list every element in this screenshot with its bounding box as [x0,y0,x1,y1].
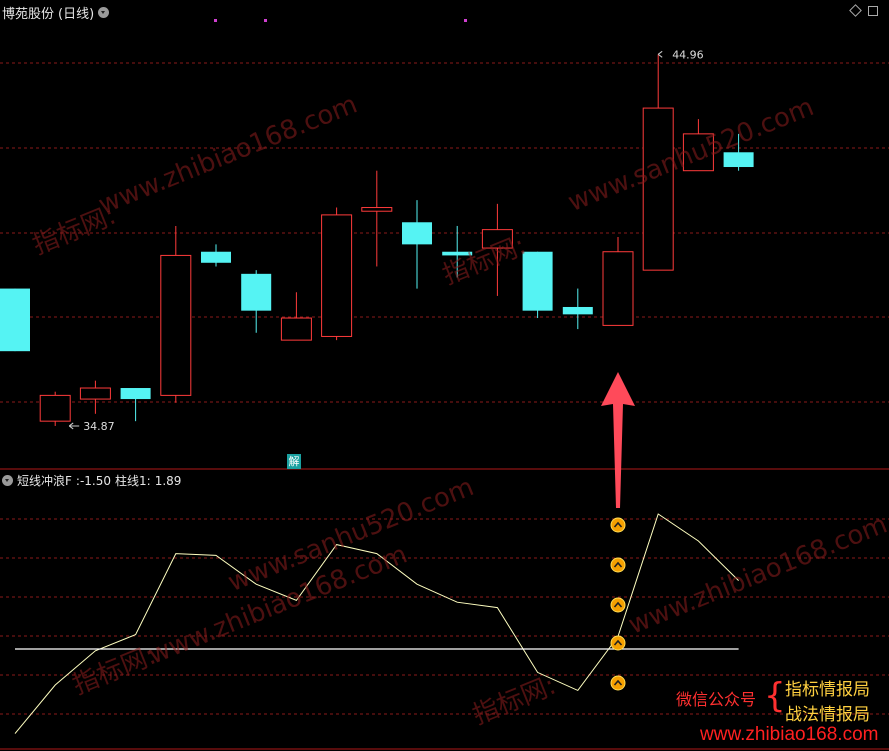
indicator-label: 短线冲浪F [17,474,72,488]
marker-dot [264,19,267,22]
stock-name: 博苑股份 [2,7,55,22]
candlestick-series[interactable] [0,54,754,426]
candle-body [361,207,393,212]
candle-body [241,273,272,311]
window-icon[interactable] [868,6,878,16]
buy-signal-icon [610,597,626,613]
low-price-label: 34.87 [83,420,115,433]
marker-dot [464,19,467,22]
candle-body [39,394,71,422]
candle-body [280,317,312,341]
buy-signal-icon [610,517,626,533]
buy-signal-icon [610,675,626,691]
wechat-label: 微信公众号 [676,690,757,709]
candle-body [642,107,674,271]
up-arrow-icon [601,372,635,508]
candle-body [602,251,634,326]
period-label: (日线) [58,7,95,22]
indicator-dropdown-icon[interactable] [2,475,13,486]
dropdown-icon[interactable] [98,7,110,18]
indicator-title: 短线冲浪F :-1.50 柱线1: 1.89 [2,472,181,489]
brand-label-2: 战法情报局 [785,705,870,725]
jie-button[interactable]: 解 [287,454,301,469]
marker-dot [214,19,217,22]
buy-signal-icon [610,557,626,573]
brace-icon: { [764,676,786,716]
up-arrow-shape [601,372,635,508]
candle-body [120,388,151,400]
candle-body [562,306,593,315]
bar-label: 柱线1: [115,474,151,488]
candle-body [201,251,231,263]
brand-label-1: 指标情报局 [785,680,870,700]
chart-title: 博苑股份 (日线) [2,3,110,22]
high-arrow-icon [657,50,663,58]
buy-signal-icon [610,635,626,651]
bar-value: 1.89 [154,473,182,488]
candle-body [79,387,111,400]
high-price-label: 44.96 [672,48,704,61]
site-url: www.zhibiao168.com [700,724,879,745]
indicator-value: :-1.50 [75,473,111,488]
candle-body [160,254,192,396]
candle-body [321,214,353,337]
candle-body [0,288,30,352]
candle-body [402,222,432,245]
low-arrow-icon [68,422,80,430]
buy-signal-icons [610,517,626,691]
